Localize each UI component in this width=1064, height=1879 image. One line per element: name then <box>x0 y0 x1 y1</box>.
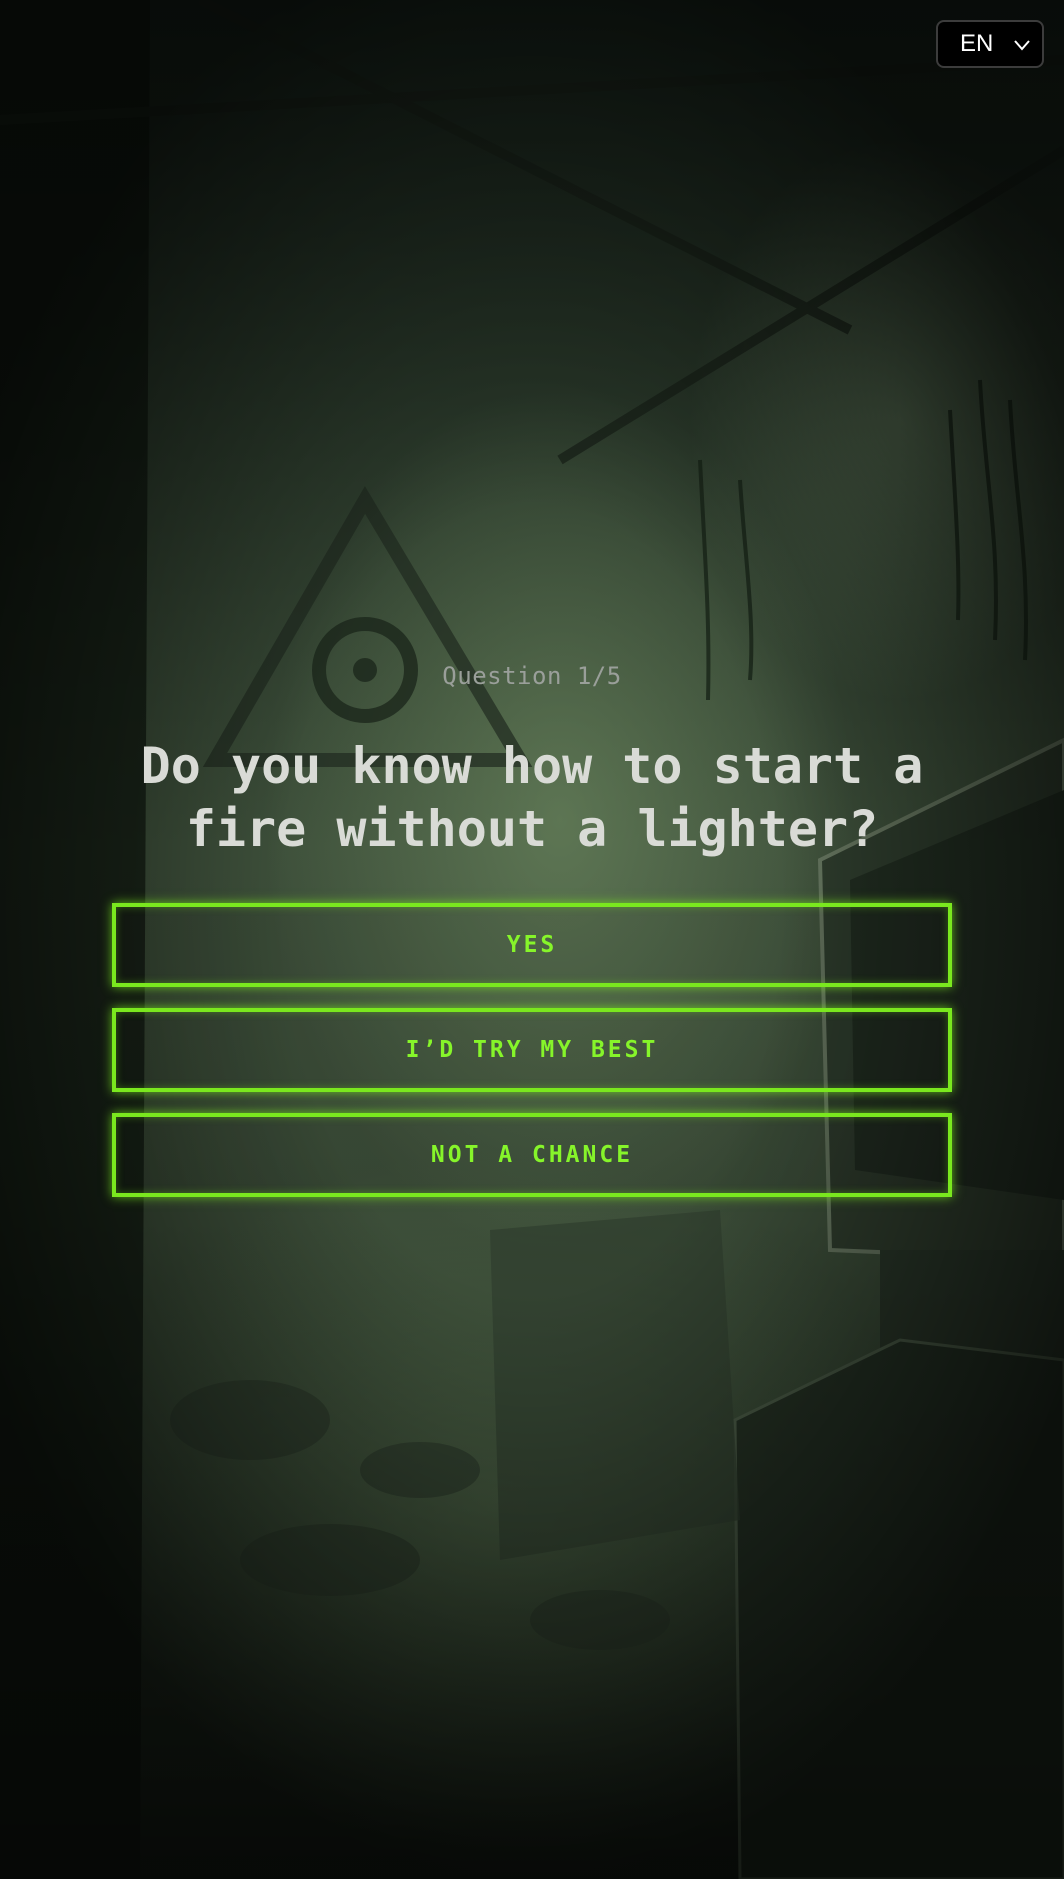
language-select[interactable]: EN <box>936 20 1044 68</box>
answer-not-a-chance-button[interactable]: NOT A CHANCE <box>112 1113 952 1197</box>
chevron-down-icon <box>1014 40 1030 51</box>
language-selected-value: EN <box>960 30 994 57</box>
answer-yes-button[interactable]: YES <box>112 903 952 987</box>
answer-try-best-button[interactable]: I’D TRY MY BEST <box>112 1008 952 1092</box>
question-counter: Question 1/5 <box>442 662 622 690</box>
answer-list: YES I’D TRY MY BEST NOT A CHANCE <box>112 903 952 1218</box>
question-text: Do you know how to start a fire without … <box>140 737 924 858</box>
